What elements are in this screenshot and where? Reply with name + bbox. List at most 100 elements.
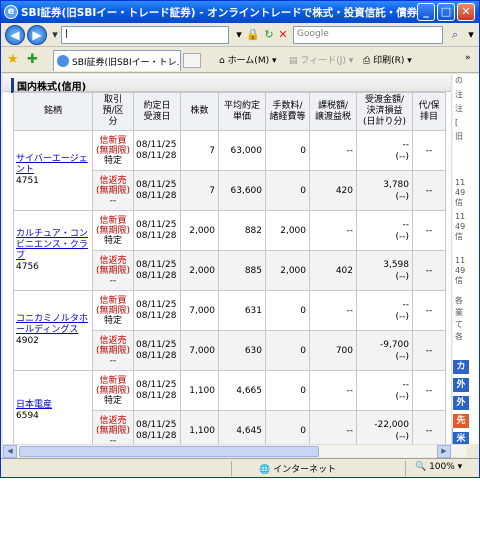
home-label: ホーム(M) [227, 56, 270, 66]
avg-price-cell: 631 [218, 290, 266, 331]
tab-page-icon [57, 55, 69, 67]
stop-icon[interactable]: ✕ [275, 27, 291, 43]
print-button[interactable]: ⎙ 印刷(R) ▾ [363, 53, 412, 66]
status-divider [231, 461, 232, 476]
minimize-button[interactable]: _ [417, 3, 435, 21]
tab-sbi[interactable]: SBI証券(旧SBIイー・トレ... [53, 50, 181, 71]
trade-type: 信返売 [99, 255, 127, 266]
sidebar-text: 49 [455, 188, 466, 197]
stock-code: 4902 [16, 336, 39, 346]
more-chevron-icon[interactable]: » [465, 53, 471, 63]
new-tab-button[interactable] [183, 53, 201, 68]
stock-name-link[interactable]: コニカミノルタホールディングス [16, 314, 88, 335]
settle-date: 08/11/28 [136, 350, 177, 361]
sidebar-text: 信 [455, 232, 463, 241]
sidebar-text: 注 [455, 104, 463, 113]
browser-window: e SBI証券(旧SBIイー・トレード証券) - オンライントレードで株式・投資… [0, 0, 480, 478]
day-trade-amount: (--) [395, 271, 409, 282]
day-trade-amount: (--) [395, 151, 409, 162]
security-zone[interactable]: 🌐 インターネット [259, 462, 336, 475]
sidebar-text: 11 [455, 178, 466, 187]
day-trade-amount: (--) [395, 191, 409, 202]
trade-type: 信新買 [99, 215, 127, 226]
feeds-button[interactable]: ▤ フィード(J) ▾ [289, 53, 353, 66]
tab-label: SBI証券(旧SBIイー・トレ... [72, 58, 181, 68]
window-title: SBI証券(旧SBIイー・トレード証券) - オンライントレードで株式・投資信託… [21, 7, 419, 19]
account-type: -- [109, 275, 117, 286]
table-row: コニカミノルタホールディングス 4902 信新買 (無期限) 特定 08/11/… [13, 290, 446, 371]
amount-cell: 3,598 (--) [356, 250, 413, 291]
amount-cell: -- (--) [356, 130, 413, 171]
stock-name-link[interactable]: サイバーエージェント [16, 154, 88, 175]
back-button[interactable]: ◀ [5, 25, 25, 45]
close-button[interactable]: ✕ [457, 3, 475, 21]
avg-price-cell: 4,645 [218, 410, 266, 444]
favorites-star-icon[interactable]: ★ [7, 52, 19, 67]
date-cell: 08/11/25 08/11/28 [133, 210, 181, 251]
sidebar-text: の [455, 76, 463, 85]
trade-term: (無期限) [95, 185, 131, 196]
settle-amount: -- [402, 139, 410, 150]
search-dropdown-icon[interactable]: ▾ [463, 27, 479, 43]
url-input[interactable]: | [61, 26, 229, 44]
settle-amount: 3,598 [383, 259, 409, 270]
trade-type-cell: 信新買 (無期限) 特定 [92, 370, 134, 411]
sidebar-text: [ [455, 118, 459, 127]
sidebar-button[interactable]: 外 [453, 378, 469, 392]
kind-cell: -- [412, 290, 446, 331]
amount-cell: -22,000 (--) [356, 410, 413, 444]
date-cell: 08/11/25 08/11/28 [133, 410, 181, 444]
sidebar-button[interactable]: 外 [453, 396, 469, 410]
trade-date: 08/11/25 [136, 299, 177, 310]
add-favorites-icon[interactable]: ✚ [27, 52, 38, 67]
trade-date: 08/11/25 [136, 259, 177, 270]
date-cell: 08/11/25 08/11/28 [133, 370, 181, 411]
home-button[interactable]: ⌂ ホーム(M) ▾ [219, 53, 277, 66]
settle-date: 08/11/28 [136, 430, 177, 441]
kind-cell: -- [412, 370, 446, 411]
zoom-control[interactable]: 🔍 100% ▾ [415, 462, 462, 472]
print-label: 印刷(R) [373, 56, 405, 66]
sidebar-button[interactable]: 米 [453, 432, 469, 444]
trade-type: 信返売 [99, 335, 127, 346]
stock-name-link[interactable]: カルチュア・コンビニエンス・クラブ [16, 229, 88, 261]
maximize-button[interactable]: □ [437, 3, 455, 21]
search-input[interactable]: Google [293, 26, 443, 44]
table-header-row: 銘柄 取引 預/区 分 約定日 受渡日 株数 平均約定 単価 手数料/ 諸経費等… [13, 92, 446, 131]
table-row: 日本電産 6594 信新買 (無期限) 特定 08/11/25 08/11/28… [13, 370, 446, 444]
section-header: 国内株式(信用) [3, 74, 451, 93]
date-cell: 08/11/25 08/11/28 [133, 170, 181, 211]
date-cell: 08/11/25 08/11/28 [133, 290, 181, 331]
stock-name-cell: 日本電産 6594 [13, 370, 93, 444]
sidebar-button[interactable]: カ [453, 360, 469, 374]
sidebar-button[interactable]: 先 [453, 414, 469, 428]
scroll-left-icon[interactable]: ◀ [3, 445, 17, 458]
stock-name-link[interactable]: 日本電産 [16, 400, 52, 410]
qty-cell: 1,100 [180, 410, 219, 444]
fee-cell: 0 [265, 170, 310, 211]
scroll-thumb[interactable] [19, 446, 319, 457]
day-trade-amount: (--) [395, 431, 409, 442]
stock-code: 6594 [16, 410, 39, 421]
status-bar: 🌐 インターネット 🔍 100% ▾ [1, 458, 479, 477]
forward-button[interactable]: ▶ [27, 25, 47, 45]
stock-name-cell: コニカミノルタホールディングス 4902 [13, 290, 93, 371]
lock-icon[interactable]: 🔒 [245, 27, 261, 43]
tax-cell: -- [309, 370, 357, 411]
settle-amount: -9,700 [379, 339, 409, 350]
table-row: カルチュア・コンビニエンス・クラブ 4756 信新買 (無期限) 特定 08/1… [13, 210, 446, 291]
trade-date: 08/11/25 [136, 139, 177, 150]
settle-amount: -- [402, 379, 410, 390]
title-bar[interactable]: e SBI証券(旧SBIイー・トレード証券) - オンライントレードで株式・投資… [1, 1, 479, 23]
zone-label: インターネット [273, 465, 337, 475]
day-trade-amount: (--) [395, 311, 409, 322]
search-icon[interactable]: ⌕ [447, 27, 463, 43]
horizontal-scrollbar[interactable]: ◀ ▶ [3, 444, 467, 458]
settle-date: 08/11/28 [136, 190, 177, 201]
sidebar-text: 各 [455, 296, 463, 305]
trade-date: 08/11/25 [136, 339, 177, 350]
scroll-right-icon[interactable]: ▶ [437, 445, 451, 458]
settle-amount: -- [402, 299, 410, 310]
kind-cell: -- [412, 210, 446, 251]
address-bar: ◀ ▶ ▾ | ▾ 🔒 ↻ ✕ Google ⌕ ▾ [1, 23, 479, 47]
